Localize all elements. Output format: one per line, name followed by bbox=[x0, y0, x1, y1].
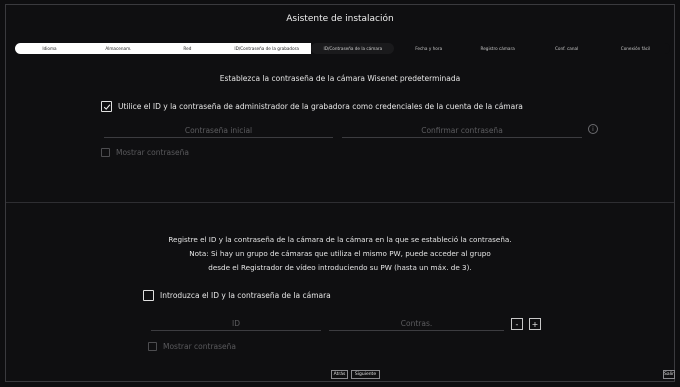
setup-wizard-window: Asistente de instalación Idioma Almacena… bbox=[5, 4, 675, 382]
show-password-label-2: Mostrar contraseña bbox=[163, 342, 237, 351]
camera-id-field[interactable]: ID bbox=[151, 316, 321, 331]
add-entry-button[interactable]: + bbox=[529, 318, 541, 330]
back-button[interactable]: Atrás bbox=[331, 370, 348, 379]
enter-camera-credentials-checkbox[interactable] bbox=[143, 290, 154, 301]
use-admin-credentials-row[interactable]: Utilice el ID y la contraseña de adminis… bbox=[101, 101, 523, 112]
show-password-label-1: Mostrar contraseña bbox=[116, 148, 190, 157]
show-password-row-1[interactable]: Mostrar contraseña bbox=[101, 148, 189, 157]
step-conexion-facil[interactable]: Conexión fácil bbox=[601, 43, 670, 54]
wizard-steps-bar: Idioma Almacenam. Red ID/Contraseña de l… bbox=[15, 43, 670, 54]
register-note-line1: Nota: Si hay un grupo de cámaras que uti… bbox=[189, 249, 491, 258]
step-conf-canal[interactable]: Conf. canal bbox=[532, 43, 602, 54]
initial-password-field[interactable]: Contraseña inicial bbox=[104, 123, 333, 138]
register-instructions: Registre el ID y la contraseña de la cám… bbox=[168, 235, 512, 244]
step-fecha-hora[interactable]: Fecha y hora bbox=[394, 43, 464, 54]
confirm-password-field[interactable]: Confirmar contraseña bbox=[342, 123, 582, 138]
show-password-checkbox-1[interactable] bbox=[101, 148, 110, 157]
info-icon[interactable]: i bbox=[588, 124, 598, 134]
remove-entry-button[interactable]: - bbox=[511, 318, 523, 330]
enter-camera-credentials-label: Introduzca el ID y la contraseña de la c… bbox=[160, 291, 331, 300]
show-password-row-2[interactable]: Mostrar contraseña bbox=[148, 342, 236, 351]
step-idioma[interactable]: Idioma bbox=[15, 43, 84, 54]
exit-button[interactable]: Salir bbox=[663, 370, 675, 379]
enter-camera-credentials-row[interactable]: Introduzca el ID y la contraseña de la c… bbox=[143, 290, 331, 301]
step-recorder-credentials[interactable]: ID/Contraseña de la grabadora bbox=[221, 43, 312, 54]
show-password-checkbox-2[interactable] bbox=[148, 342, 157, 351]
step-red[interactable]: Red bbox=[152, 43, 222, 54]
checkmark-icon bbox=[103, 103, 110, 110]
step-camera-credentials[interactable]: ID/Contraseña de la cámara bbox=[311, 43, 395, 54]
default-password-heading: Establezca la contraseña de la cámara Wi… bbox=[219, 74, 461, 83]
section-divider bbox=[6, 202, 674, 203]
use-admin-credentials-label: Utilice el ID y la contraseña de adminis… bbox=[118, 102, 523, 111]
register-note-line2: desde el Registrador de vídeo introducie… bbox=[208, 263, 472, 272]
step-registro-camara[interactable]: Registro cámara bbox=[463, 43, 533, 54]
step-almacenamiento[interactable]: Almacenam. bbox=[83, 43, 153, 54]
use-admin-credentials-checkbox[interactable] bbox=[101, 101, 112, 112]
window-title: Asistente de instalación bbox=[286, 14, 394, 24]
next-button[interactable]: Siguiente bbox=[351, 370, 380, 379]
camera-password-field[interactable]: Contras. bbox=[329, 316, 504, 331]
